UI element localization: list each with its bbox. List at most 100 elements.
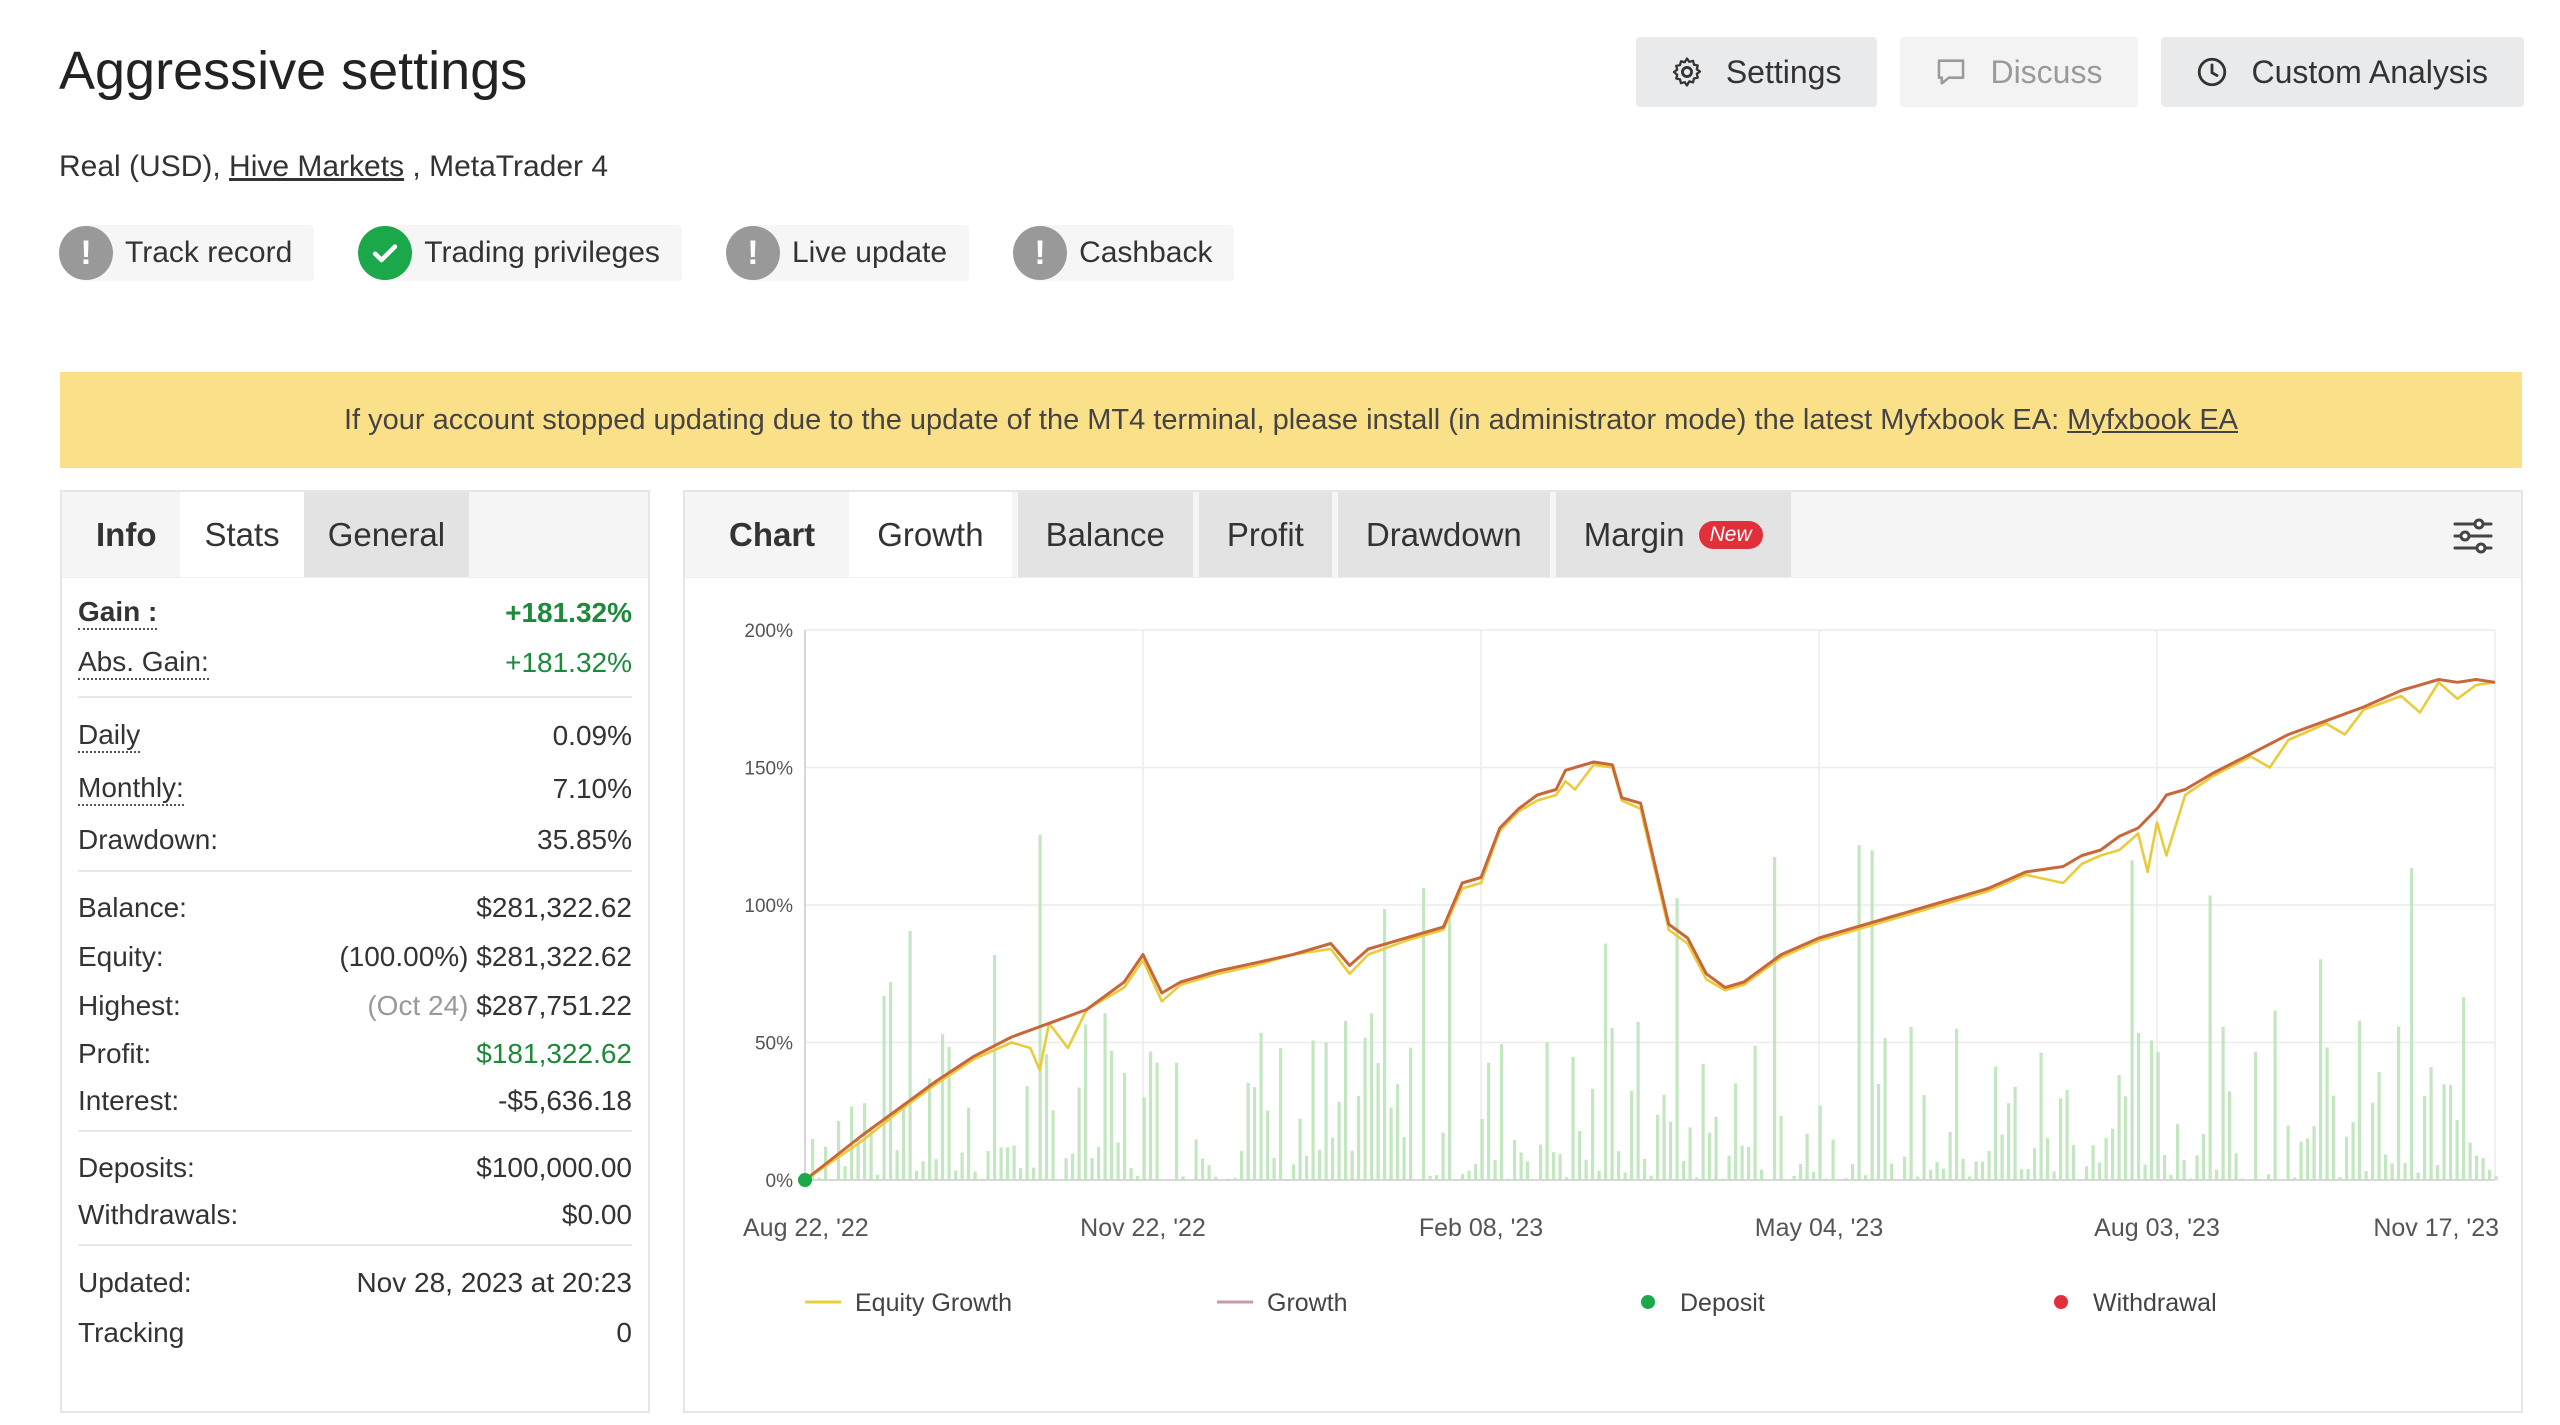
- growth-chart[interactable]: 200% 150% 100% 50% 0% Aug 22, '22 Nov 22, '22…: [685, 580, 2521, 1410]
- trade-bar: [928, 1078, 932, 1180]
- trade-bar: [876, 1174, 880, 1180]
- stat-gain: Gain : +181.32%: [78, 578, 632, 636]
- trade-bar: [2488, 1169, 2492, 1180]
- trade-bar: [1272, 1158, 1276, 1180]
- stat-label[interactable]: Gain :: [78, 596, 158, 630]
- tab-chart[interactable]: Chart: [701, 492, 843, 577]
- trade-bar: [1682, 1161, 1686, 1180]
- trade-bar: [1136, 1175, 1140, 1180]
- trade-bar: [1636, 1021, 1640, 1180]
- trade-bar: [1942, 1168, 1946, 1180]
- myfxbook-ea-link[interactable]: Myfxbook EA: [2067, 404, 2238, 437]
- tab-general[interactable]: General: [303, 492, 470, 577]
- trade-bar: [882, 995, 886, 1180]
- trade-bar: [1246, 1082, 1250, 1180]
- trade-bar: [2221, 1026, 2225, 1180]
- badge-live-update[interactable]: ! Live update: [725, 225, 970, 281]
- trade-bar: [1500, 1044, 1504, 1180]
- stat-label[interactable]: Daily: [78, 719, 141, 753]
- trade-bar: [1129, 1168, 1133, 1180]
- trade-bar: [1922, 1094, 1926, 1180]
- trade-bar: [2351, 1122, 2355, 1180]
- trade-bar: [1552, 1152, 1556, 1180]
- tab-growth[interactable]: Growth: [849, 492, 1012, 577]
- trade-bar: [2137, 1032, 2141, 1180]
- exclamation-icon: !: [725, 226, 780, 280]
- trade-bar: [1038, 834, 1042, 1180]
- trade-bar: [1792, 1175, 1796, 1180]
- tab-drawdown[interactable]: Drawdown: [1337, 492, 1550, 577]
- stat-label[interactable]: Monthly:: [78, 772, 184, 806]
- stat-label: Withdrawals:: [78, 1199, 239, 1230]
- stat-updated: Updated: Nov 28, 2023 at 20:23: [78, 1246, 632, 1308]
- trade-bar: [2065, 1089, 2069, 1180]
- stat-value: $281,322.62: [476, 940, 632, 972]
- trade-bar: [1311, 1040, 1315, 1180]
- trade-bar: [1812, 1172, 1816, 1180]
- tab-margin[interactable]: Margin New: [1555, 492, 1791, 577]
- y-tick-label: 50%: [755, 1034, 793, 1055]
- stat-monthly: Monthly: 7.10%: [78, 760, 632, 818]
- trade-bar: [1669, 1121, 1673, 1180]
- trade-bar: [2436, 1165, 2440, 1180]
- trade-bar: [1461, 1174, 1465, 1180]
- trade-bar: [2494, 1176, 2498, 1180]
- custom-analysis-label: Custom Analysis: [2251, 53, 2488, 90]
- trade-bar: [1142, 1097, 1146, 1180]
- stat-label: Updated:: [78, 1267, 192, 1298]
- discuss-button[interactable]: Discuss: [1900, 37, 2139, 107]
- stat-value: $100,000.00: [476, 1152, 632, 1183]
- legend-swatch: [1641, 1295, 1655, 1309]
- trade-bar: [2195, 1155, 2199, 1180]
- settings-button[interactable]: Settings: [1635, 37, 1878, 107]
- tab-stats[interactable]: Stats: [180, 492, 304, 577]
- trade-bar: [1506, 1178, 1510, 1180]
- stat-label[interactable]: Abs. Gain:: [78, 646, 209, 680]
- deposit-marker: [798, 1173, 812, 1187]
- badge-track-record[interactable]: ! Track record: [59, 225, 315, 281]
- trade-bar: [1396, 1084, 1400, 1180]
- gear-icon: [1670, 55, 1704, 89]
- trade-bar: [1519, 1152, 1523, 1180]
- trade-bar: [999, 1147, 1003, 1180]
- trade-bar: [1025, 1086, 1029, 1180]
- trade-bar: [2013, 1086, 2017, 1180]
- tab-balance[interactable]: Balance: [1017, 492, 1193, 577]
- legend-label: Deposit: [1680, 1289, 1765, 1317]
- y-axis-ticks: 200% 150% 100% 50% 0%: [744, 621, 793, 1192]
- trade-bar: [2293, 1177, 2297, 1180]
- trade-bar: [1181, 1176, 1185, 1180]
- sliders-icon[interactable]: [2449, 512, 2497, 560]
- trade-bar: [1799, 1163, 1803, 1180]
- trade-bar: [980, 1178, 984, 1180]
- badge-trading-privileges[interactable]: Trading privileges: [358, 225, 682, 281]
- trade-bar: [1968, 1176, 1972, 1180]
- trade-bar: [1961, 1158, 1965, 1180]
- trade-bar: [921, 1161, 925, 1180]
- trade-bar: [1760, 1169, 1764, 1180]
- stat-value: $181,322.62: [476, 1038, 632, 1069]
- custom-analysis-button[interactable]: Custom Analysis: [2161, 37, 2524, 107]
- chart-legend: Equity Growth Growth Deposit Withdrawal: [805, 1289, 2217, 1317]
- trade-bar: [2007, 1103, 2011, 1180]
- broker-link[interactable]: Hive Markets: [229, 150, 404, 183]
- trade-bar: [1032, 1167, 1036, 1180]
- trade-bar: [2267, 1174, 2271, 1180]
- trade-bar: [947, 1047, 951, 1180]
- trade-bar: [1337, 1101, 1341, 1180]
- badge-label: Trading privileges: [424, 236, 660, 269]
- tab-info[interactable]: Info: [72, 492, 180, 577]
- trade-bar: [2241, 1178, 2245, 1180]
- trade-bar: [889, 982, 893, 1180]
- trade-bar: [830, 1178, 834, 1180]
- y-tick-label: 100%: [744, 896, 793, 917]
- trade-bar: [1656, 1114, 1660, 1180]
- trade-bar: [2371, 1102, 2375, 1180]
- badge-cashback[interactable]: ! Cashback: [1013, 225, 1235, 281]
- trade-bar: [1344, 1021, 1348, 1180]
- tab-profit[interactable]: Profit: [1198, 492, 1332, 577]
- trade-bar: [1331, 1137, 1335, 1180]
- trade-bar: [2468, 1142, 2472, 1180]
- trade-bar: [2234, 1153, 2238, 1180]
- trade-bar: [934, 1159, 938, 1180]
